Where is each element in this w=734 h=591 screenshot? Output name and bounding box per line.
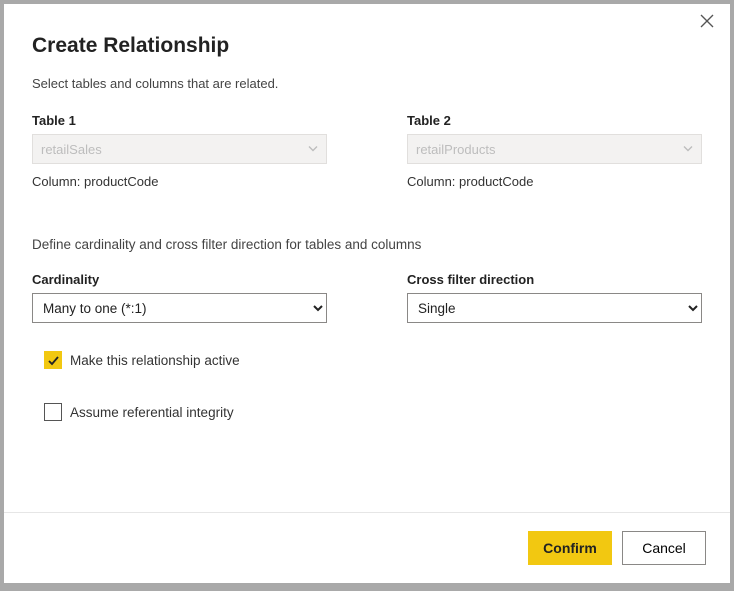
table1-select-value: retailSales (41, 142, 102, 157)
close-button[interactable] (700, 14, 716, 30)
dialog-footer: Confirm Cancel (4, 512, 730, 583)
table1-select[interactable]: retailSales (32, 134, 327, 164)
cardinality-label: Cardinality (32, 272, 327, 287)
close-icon (700, 14, 714, 28)
chevron-down-icon (308, 142, 318, 157)
table2-label: Table 2 (407, 113, 702, 128)
active-checkbox-label: Make this relationship active (70, 353, 240, 368)
check-icon (47, 354, 60, 367)
integrity-checkbox-label: Assume referential integrity (70, 405, 234, 420)
active-checkbox[interactable] (44, 351, 62, 369)
confirm-button[interactable]: Confirm (528, 531, 612, 565)
table2-column: Column: productCode (407, 174, 702, 189)
integrity-checkbox[interactable] (44, 403, 62, 421)
table2-select-value: retailProducts (416, 142, 495, 157)
table2-select[interactable]: retailProducts (407, 134, 702, 164)
crossfilter-label: Cross filter direction (407, 272, 702, 287)
chevron-down-icon (683, 142, 693, 157)
table1-column: Column: productCode (32, 174, 327, 189)
dialog-title: Create Relationship (32, 34, 702, 58)
table1-label: Table 1 (32, 113, 327, 128)
cancel-button[interactable]: Cancel (622, 531, 706, 565)
create-relationship-dialog: Create Relationship Select tables and co… (4, 4, 730, 583)
cardinality-select[interactable]: Many to one (*:1) (32, 293, 327, 323)
define-text: Define cardinality and cross filter dire… (32, 237, 702, 252)
dialog-subtitle: Select tables and columns that are relat… (32, 76, 702, 91)
crossfilter-select[interactable]: Single (407, 293, 702, 323)
